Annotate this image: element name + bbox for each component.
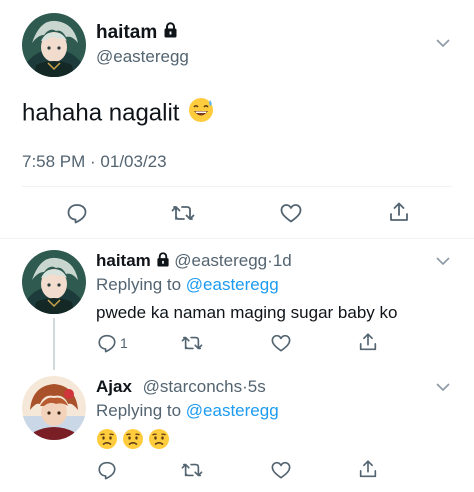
worried-face-emoji xyxy=(122,428,144,455)
reply1-share-icon[interactable] xyxy=(357,331,379,353)
reply-icon[interactable] xyxy=(66,202,88,224)
main-author-name[interactable]: haitam xyxy=(96,22,157,43)
worried-face-emoji xyxy=(148,428,170,455)
reply2-like-heart-icon[interactable] xyxy=(270,460,292,480)
lock-icon xyxy=(163,22,178,44)
reply1-age: 1d xyxy=(272,251,292,270)
reply1-more-chevron-icon[interactable] xyxy=(434,254,452,272)
reply-icon xyxy=(98,334,116,353)
reply1-retweet-icon[interactable] xyxy=(180,333,204,353)
thread-line xyxy=(53,318,55,370)
retweet-icon[interactable] xyxy=(170,202,196,224)
reply2-replying-label: Replying to xyxy=(96,401,182,420)
reply2-replying-to-link[interactable]: @easteregg xyxy=(186,401,279,420)
reply1-text: pwede ka naman maging sugar baby ko xyxy=(96,303,398,322)
reply2-reply-icon[interactable] xyxy=(97,460,117,480)
main-author-avatar[interactable] xyxy=(22,13,86,77)
reply1-author-name[interactable]: haitam xyxy=(96,251,151,270)
reply1-reply-button[interactable]: 1 xyxy=(97,333,128,353)
reply2-author-handle[interactable]: @starconchs xyxy=(143,377,242,396)
reply2-emoji-text xyxy=(96,428,170,455)
divider xyxy=(0,238,474,239)
reply1-replying-label: Replying to xyxy=(96,275,182,294)
worried-face-emoji xyxy=(96,428,118,455)
reply1-replying-to-link[interactable]: @easteregg xyxy=(186,275,279,294)
main-tweet-timestamp: 7:58 PM · 01/03/23 xyxy=(22,152,167,171)
share-icon[interactable] xyxy=(387,200,411,224)
reply2-more-chevron-icon[interactable] xyxy=(434,380,452,398)
reply2-author-avatar[interactable] xyxy=(22,376,86,440)
reply2-age: 5s xyxy=(247,377,266,396)
reply2-retweet-icon[interactable] xyxy=(180,460,204,480)
reply1-author-avatar[interactable] xyxy=(22,250,86,314)
main-tweet-text: hahaha nagalit xyxy=(22,99,180,127)
main-author-handle[interactable]: @easteregg xyxy=(96,47,189,67)
reply1-author-handle[interactable]: @easteregg xyxy=(174,251,267,270)
reply2-author-name[interactable]: Ajax xyxy=(96,377,132,396)
like-heart-icon[interactable] xyxy=(279,202,303,224)
reply2-share-icon[interactable] xyxy=(357,458,379,480)
lock-icon xyxy=(156,251,170,273)
reply1-like-heart-icon[interactable] xyxy=(270,333,292,353)
reply1-reply-count: 1 xyxy=(120,335,128,351)
grinning-sweat-emoji xyxy=(188,97,214,131)
divider xyxy=(22,186,452,187)
main-more-chevron-icon[interactable] xyxy=(434,36,452,54)
